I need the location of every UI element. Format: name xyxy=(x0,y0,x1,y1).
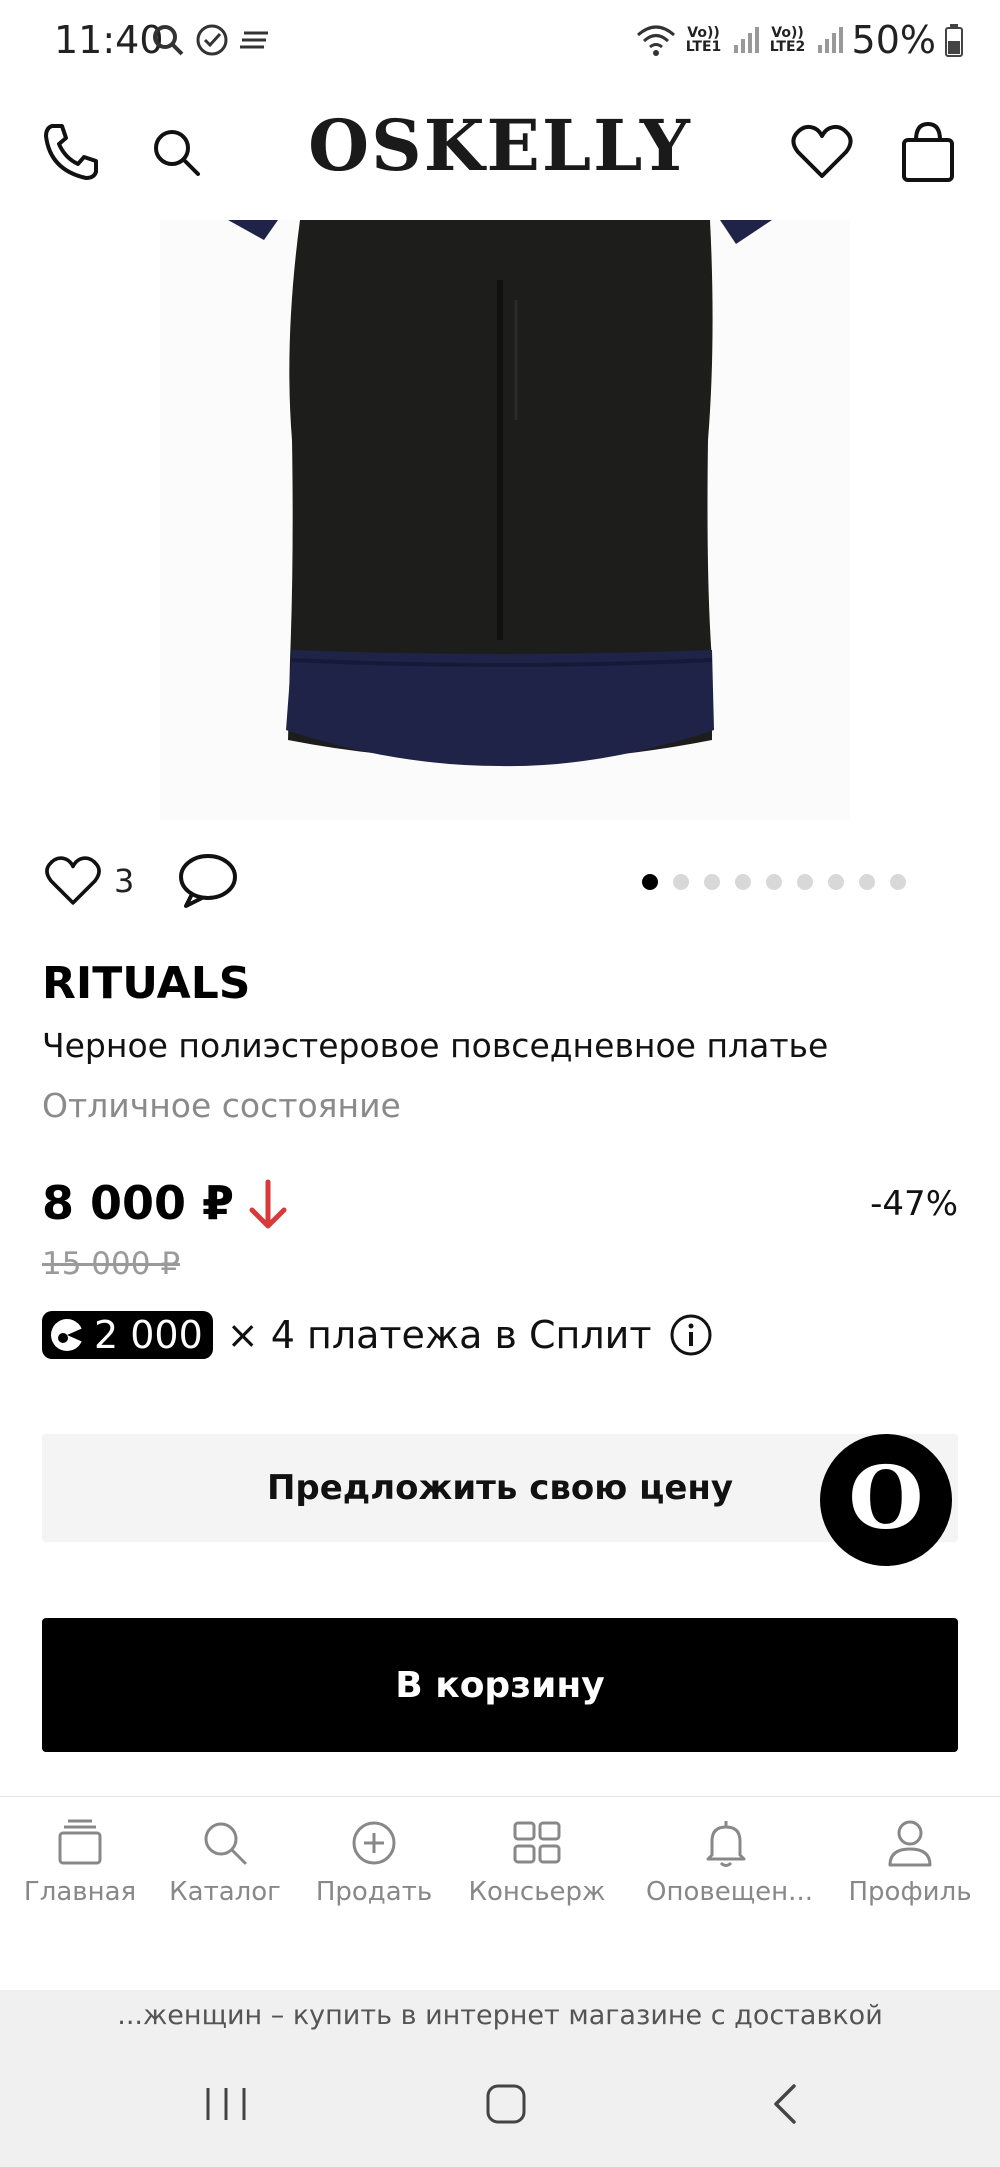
shopping-bag-icon[interactable] xyxy=(894,118,962,186)
wifi-icon xyxy=(636,25,675,56)
heart-icon[interactable] xyxy=(788,118,856,186)
info-icon[interactable] xyxy=(669,1313,713,1357)
sim1-label: Vo)) LTE1 xyxy=(685,25,722,55)
gallery-dot[interactable] xyxy=(766,874,782,890)
nav-item-profile[interactable]: Профиль xyxy=(830,1815,990,1907)
menu-lines-icon xyxy=(240,31,268,49)
product-image[interactable] xyxy=(0,220,1000,820)
split-logo-icon xyxy=(51,1319,83,1351)
product-condition: Отличное состояние xyxy=(42,1086,401,1125)
system-nav-bar xyxy=(0,2042,1000,2167)
nav-item-sell[interactable]: Продать xyxy=(294,1815,454,1907)
fab-logo-letter: O xyxy=(848,1448,924,1549)
comment-icon[interactable] xyxy=(176,850,240,912)
gallery-dot[interactable] xyxy=(890,874,906,890)
home-cards-icon xyxy=(58,1819,102,1865)
gallery-dot[interactable] xyxy=(735,874,751,890)
gallery-dot[interactable] xyxy=(797,874,813,890)
nav-item-catalog[interactable]: Каталог xyxy=(145,1815,305,1907)
nav-label: Главная xyxy=(23,1877,137,1907)
like-heart-icon[interactable] xyxy=(42,850,104,912)
home-button-icon[interactable] xyxy=(476,2074,536,2134)
profile-icon xyxy=(888,1820,932,1867)
nav-label: Каталог xyxy=(169,1877,281,1907)
split-badge: 2 000 xyxy=(42,1311,213,1359)
nav-label: Профиль xyxy=(848,1877,972,1907)
app-header: OSKELLY xyxy=(0,84,1000,220)
search-icon xyxy=(204,1822,247,1865)
nav-label: Консьерж xyxy=(468,1877,606,1907)
bottom-nav: Главная Каталог Продать Консьерж Оповеще… xyxy=(0,1796,1000,1990)
browser-page-title[interactable]: ...женщин – купить в интернет магазине с… xyxy=(0,1990,1000,2042)
plus-circle-icon xyxy=(352,1821,396,1865)
nav-item-home[interactable]: Главная xyxy=(0,1815,160,1907)
gallery-dots xyxy=(642,874,906,890)
battery-percent: 50% xyxy=(851,18,936,62)
status-bar: 11:40 Vo)) LTE1 Vo)) LTE2 50% xyxy=(0,0,1000,84)
dress-image xyxy=(228,220,772,767)
nav-item-notifications[interactable]: Оповещен... xyxy=(646,1815,813,1907)
grid-icon xyxy=(513,1821,561,1864)
check-circle-icon xyxy=(196,24,228,56)
product-brand[interactable]: RITUALS xyxy=(42,958,250,1009)
add-to-cart-button[interactable]: В корзину xyxy=(42,1618,958,1752)
split-payment-row[interactable]: 2 000 × 4 платежа в Сплит xyxy=(42,1310,713,1360)
product-price: 8 000 ₽ xyxy=(42,1176,235,1230)
gallery-dot[interactable] xyxy=(704,874,720,890)
bell-icon xyxy=(706,1821,746,1867)
gallery-dot-active[interactable] xyxy=(642,874,658,890)
gallery-dot[interactable] xyxy=(673,874,689,890)
nav-label: Продать xyxy=(315,1877,433,1907)
battery-icon xyxy=(945,24,963,57)
sim2-label: Vo)) LTE2 xyxy=(769,25,806,55)
nav-item-concierge[interactable]: Консьерж xyxy=(457,1815,617,1907)
status-time: 11:40 xyxy=(54,18,164,62)
status-notification-icons xyxy=(150,22,274,58)
signal-icon xyxy=(817,27,843,53)
price-drop-arrow-icon xyxy=(249,1179,287,1229)
back-icon[interactable] xyxy=(756,2074,816,2134)
recent-apps-icon[interactable] xyxy=(196,2074,256,2134)
gallery-dot[interactable] xyxy=(859,874,875,890)
like-count: 3 xyxy=(114,862,135,900)
discount-percent: -47% xyxy=(870,1184,958,1224)
support-chat-fab[interactable]: O xyxy=(820,1434,952,1566)
product-title: Черное полиэстеровое повседневное платье xyxy=(42,1026,829,1065)
status-right: Vo)) LTE1 Vo)) LTE2 50% xyxy=(636,18,964,62)
signal-icon xyxy=(733,27,759,53)
split-amount: 2 000 xyxy=(94,1313,203,1357)
old-price: 15 000 ₽ xyxy=(42,1246,181,1282)
gallery-dot[interactable] xyxy=(828,874,844,890)
actions-row: 3 xyxy=(0,840,1000,920)
split-text: × 4 платежа в Сплит xyxy=(226,1313,652,1357)
search-notification-icon xyxy=(153,25,184,56)
nav-label: Оповещен... xyxy=(646,1877,813,1907)
